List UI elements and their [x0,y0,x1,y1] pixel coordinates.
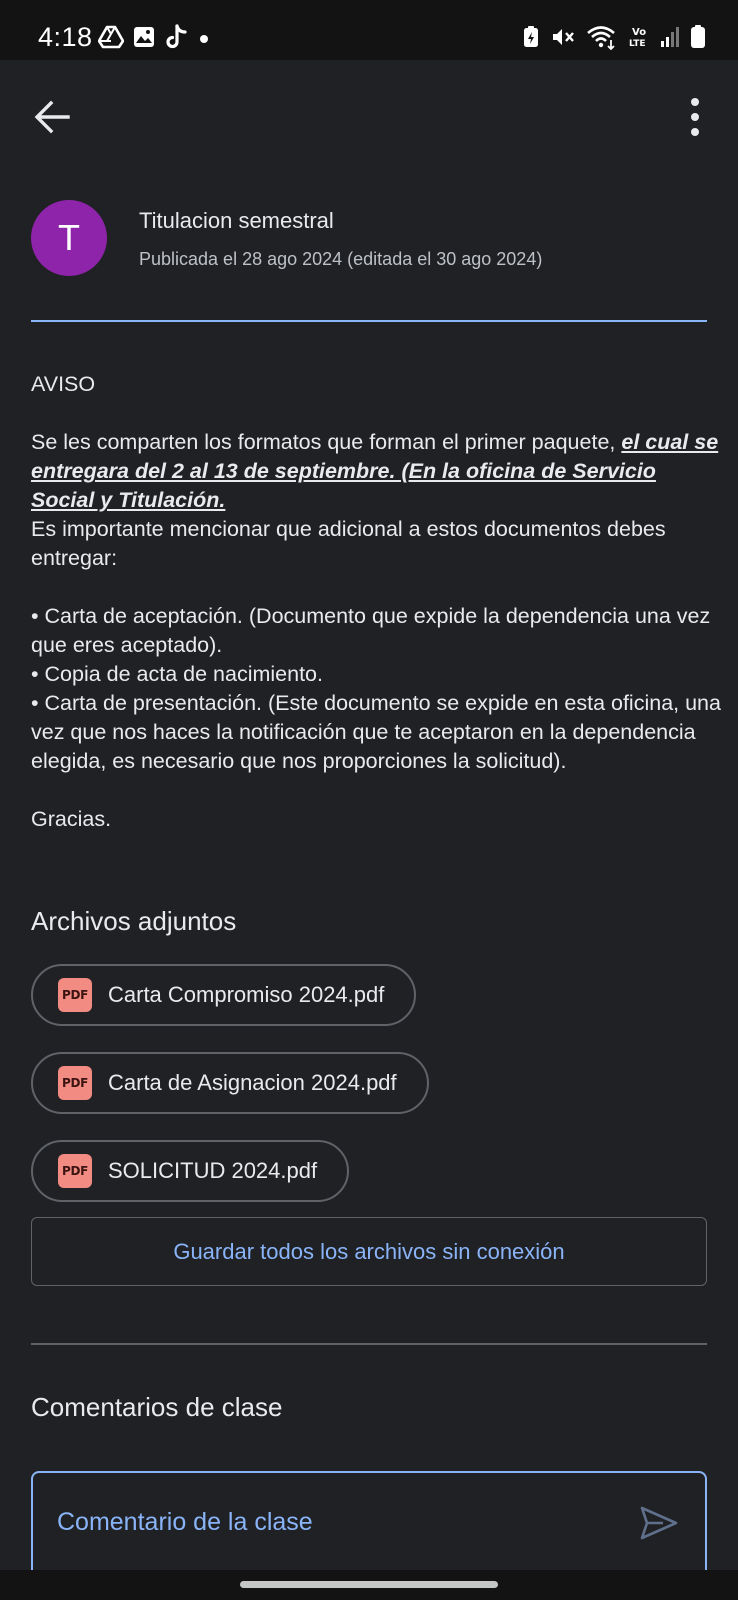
attachment-chip[interactable]: PDF Carta Compromiso 2024.pdf [31,964,417,1026]
pdf-icon: PDF [58,978,92,1012]
notification-icons [98,24,212,50]
svg-text:LTE: LTE [629,39,646,49]
gallery-icon [134,27,154,47]
arrow-back-icon [34,100,70,134]
send-button[interactable] [639,1505,679,1541]
system-icons: Vo LTE [522,24,706,50]
status-time: 4:18 [38,22,93,52]
body-heading: AVISO [31,372,96,396]
body-intro: Se les comparten los formatos que forman… [31,430,622,454]
section-divider [31,1343,707,1345]
drive-icon [98,25,124,49]
post-header: T Titulacion semestral Publicada el 28 a… [31,200,707,320]
volte-icon: Vo LTE [629,27,646,49]
attachment-name: Carta Compromiso 2024.pdf [108,982,385,1007]
app-bar [0,60,738,170]
comments-heading: Comentarios de clase [31,1392,283,1422]
status-bar: 4:18 Vo LTE [0,0,738,60]
avatar: T [31,200,107,276]
attachment-name: Carta de Asignacion 2024.pdf [108,1070,397,1095]
post-title: Titulacion semestral [139,208,334,233]
bullet-item: • Carta de presentación. (Este documento… [31,691,721,773]
attachments-heading: Archivos adjuntos [31,906,237,936]
more-options-button[interactable] [680,94,710,140]
gesture-nav-bar [0,1570,738,1600]
battery-saver-icon [524,26,538,47]
back-button[interactable] [30,94,76,140]
send-icon [640,1506,678,1540]
tiktok-icon [166,24,187,49]
attachment-chip[interactable]: PDF SOLICITUD 2024.pdf [31,1140,350,1202]
save-offline-button[interactable]: Guardar todos los archivos sin conexión [31,1217,707,1286]
wifi-icon [587,26,615,50]
announcement-body: AVISO Se les comparten los formatos que … [31,370,721,834]
body-paragraph: Se les comparten los formatos que forman… [31,428,721,515]
header-divider [31,320,707,322]
mute-icon [553,29,574,45]
post-meta: Publicada el 28 ago 2024 (editada el 30 … [139,249,543,269]
comment-input[interactable] [55,1501,619,1543]
bullet-item: • Carta de aceptación. (Documento que ex… [31,604,711,657]
pdf-icon: PDF [58,1066,92,1100]
attachment-name: SOLICITUD 2024.pdf [108,1158,318,1183]
more-vert-icon [691,98,699,136]
signal-icon [661,27,679,47]
attachment-chip[interactable]: PDF Carta de Asignacion 2024.pdf [31,1052,429,1114]
body-line: Es importante mencionar que adicional a … [31,517,666,570]
bullet-item: • Copia de acta de nacimiento. [31,662,323,686]
battery-icon [691,25,705,48]
svg-text:Vo: Vo [632,27,646,38]
home-handle[interactable] [240,1581,498,1588]
dot-icon [200,35,208,43]
body-closing: Gracias. [31,807,112,831]
pdf-icon: PDF [58,1154,92,1188]
